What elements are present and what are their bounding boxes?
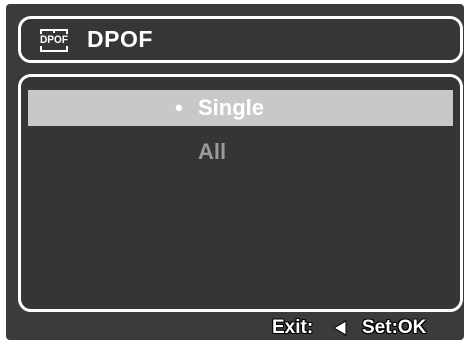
button-hints-bar: Exit: Set:OK [6,316,464,340]
menu-option-label: Single [198,95,265,120]
dpof-icon-text: DPOF [40,34,68,46]
exit-hint: Exit: [272,317,314,338]
dpof-print-icon: DPOF [40,29,68,52]
menu-option-label: All [198,139,227,164]
menu-panel: • Single All [18,74,463,312]
selected-bullet: • [175,95,183,120]
left-arrow-icon [333,320,347,336]
camera-screen: DPOF DPOF • Single All Exit: Set:OK [6,4,464,340]
menu-option-single[interactable]: • Single [28,90,453,126]
title-bar: DPOF DPOF [18,16,463,63]
page-title: DPOF [87,26,153,52]
set-ok-hint: Set:OK [362,317,427,338]
menu-option-all[interactable]: All [28,134,453,170]
